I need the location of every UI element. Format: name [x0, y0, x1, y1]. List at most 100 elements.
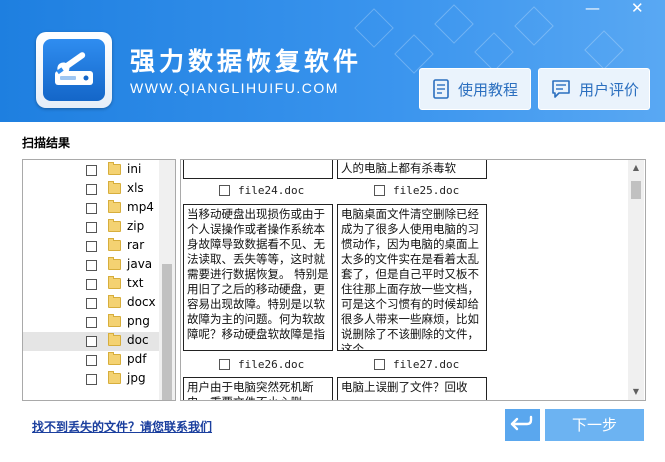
- tree-item-label: txt: [127, 276, 144, 290]
- decor-shape: [514, 6, 554, 46]
- file-item-file24[interactable]: file24.doc: [219, 182, 304, 198]
- checkbox[interactable]: [86, 355, 97, 366]
- checkbox[interactable]: [219, 184, 230, 196]
- tree-item-docx[interactable]: docx: [23, 294, 159, 313]
- close-button[interactable]: ✕: [631, 0, 644, 16]
- checkbox[interactable]: [86, 336, 97, 347]
- file-item-file26[interactable]: file26.doc: [219, 356, 304, 372]
- preview-text: 人的电脑上都有杀毒软: [341, 161, 456, 175]
- decor-shape: [584, 30, 624, 70]
- file-name: file24.doc: [238, 183, 305, 197]
- checkbox[interactable]: [86, 279, 97, 290]
- file-preview-card[interactable]: 电脑上误删了文件？回收: [337, 377, 487, 400]
- file-preview-card[interactable]: 人的电脑上都有杀毒软: [337, 160, 487, 179]
- app-header: 强力数据恢复软件 WWW.QIANGLIHUIFU.COM — ✕ 使用教程 用…: [0, 0, 665, 122]
- tree-item-mp4[interactable]: mp4: [23, 199, 159, 218]
- scroll-up-icon[interactable]: ▲: [628, 160, 644, 176]
- tree-item-label: ini: [127, 162, 142, 176]
- tree-item-label: rar: [127, 238, 145, 252]
- checkbox[interactable]: [86, 374, 97, 385]
- hard-drive-icon: [55, 52, 93, 85]
- tree-item-label: mp4: [127, 200, 154, 214]
- checkbox[interactable]: [86, 222, 97, 233]
- folder-icon: [108, 314, 121, 327]
- tree-item-zip[interactable]: zip: [23, 218, 159, 237]
- checkbox[interactable]: [86, 317, 97, 328]
- folder-icon: [108, 257, 121, 270]
- tree-item-label: jpg: [127, 371, 146, 385]
- checkbox[interactable]: [374, 184, 385, 196]
- checkbox[interactable]: [86, 184, 97, 195]
- checkbox[interactable]: [86, 203, 97, 214]
- comment-icon: [552, 80, 570, 98]
- tree-item-label: pdf: [127, 352, 147, 366]
- checkbox[interactable]: [86, 260, 97, 271]
- file-item-file27[interactable]: file27.doc: [374, 356, 459, 372]
- app-url: WWW.QIANGLIHUIFU.COM: [130, 80, 339, 96]
- tree-item-doc[interactable]: doc: [23, 332, 159, 351]
- decor-shape: [474, 32, 514, 72]
- tree-item-jpg[interactable]: jpg: [23, 370, 159, 389]
- file-name: file26.doc: [238, 357, 305, 371]
- checkbox[interactable]: [219, 358, 230, 370]
- file-preview-card[interactable]: [183, 160, 333, 179]
- folder-icon: [108, 238, 121, 251]
- folder-icon: [108, 333, 121, 346]
- folder-icon: [108, 276, 121, 289]
- tree-item-label: doc: [127, 333, 149, 347]
- folder-icon: [108, 295, 121, 308]
- checkbox[interactable]: [86, 298, 97, 309]
- scroll-down-icon[interactable]: ▼: [628, 384, 644, 400]
- back-arrow-icon: [510, 415, 533, 431]
- file-preview-card[interactable]: 电脑桌面文件清空删除已经成为了很多人使用电脑的习惯动作，因为电脑的桌面上太多的文…: [337, 204, 487, 351]
- tree-item-png[interactable]: png: [23, 313, 159, 332]
- checkbox[interactable]: [86, 241, 97, 252]
- tutorial-button[interactable]: 使用教程: [419, 68, 531, 110]
- scrollbar-thumb[interactable]: [631, 181, 641, 199]
- folder-icon: [108, 162, 121, 175]
- file-item-file25[interactable]: file25.doc: [374, 182, 459, 198]
- scrollbar-thumb[interactable]: [162, 264, 172, 400]
- folder-icon: [108, 200, 121, 213]
- user-review-button[interactable]: 用户评价: [538, 68, 650, 110]
- preview-text: 电脑上误删了文件？回收: [341, 380, 468, 394]
- app-title: 强力数据恢复软件: [130, 47, 363, 76]
- tutorial-label: 使用教程: [458, 80, 519, 99]
- preview-text: 电脑桌面文件清空删除已经成为了很多人使用电脑的习惯动作，因为电脑的桌面上太多的文…: [341, 207, 479, 351]
- next-step-button[interactable]: 下一步: [545, 409, 644, 441]
- folder-icon: [108, 219, 121, 232]
- tree-item-java[interactable]: java: [23, 256, 159, 275]
- tree-item-ini[interactable]: ini: [23, 161, 159, 180]
- minimize-button[interactable]: —: [585, 0, 600, 16]
- files-scrollbar[interactable]: ▲ ▼: [628, 160, 644, 400]
- file-preview-grid[interactable]: 人的电脑上都有杀毒软 file24.doc file25.doc 当移动硬盘出现…: [180, 159, 646, 401]
- checkbox[interactable]: [374, 358, 385, 370]
- tree-scrollbar[interactable]: [159, 160, 175, 400]
- file-preview-card[interactable]: 当移动硬盘出现损伤或由于个人误操作或者操作系统本身故障导致数据看不见、无法读取、…: [183, 204, 333, 351]
- tree-item-label: docx: [127, 295, 156, 309]
- tree-item-xls[interactable]: xls: [23, 180, 159, 199]
- folder-icon: [108, 181, 121, 194]
- tree-item-label: xls: [127, 181, 144, 195]
- checkbox[interactable]: [86, 165, 97, 176]
- tree-item-label: zip: [127, 219, 145, 233]
- preview-text: 当移动硬盘出现损伤或由于个人误操作或者操作系统本身故障导致数据看不见、无法读取、…: [187, 207, 329, 341]
- back-button[interactable]: [505, 409, 540, 441]
- app-logo: [36, 32, 112, 108]
- tree-item-txt[interactable]: txt: [23, 275, 159, 294]
- file-preview-card[interactable]: 用户由于电脑突然死机断电，重要文件不小心删: [183, 377, 333, 400]
- tree-item-pdf[interactable]: pdf: [23, 351, 159, 370]
- decor-shape: [434, 4, 474, 44]
- file-type-tree[interactable]: ini xls mp4 zip rar java txt docx png do…: [22, 159, 176, 401]
- tree-item-label: java: [127, 257, 153, 271]
- file-name: file25.doc: [393, 183, 460, 197]
- preview-text: 用户由于电脑突然死机断电，重要文件不小心删: [187, 380, 314, 400]
- review-label: 用户评价: [579, 80, 640, 99]
- contact-us-link[interactable]: 找不到丢失的文件？请您联系我们: [32, 418, 212, 435]
- folder-icon: [108, 371, 121, 384]
- file-name: file27.doc: [393, 357, 460, 371]
- folder-icon: [108, 352, 121, 365]
- section-title: 扫描结果: [22, 136, 71, 150]
- tree-item-rar[interactable]: rar: [23, 237, 159, 256]
- tree-item-label: png: [127, 314, 150, 328]
